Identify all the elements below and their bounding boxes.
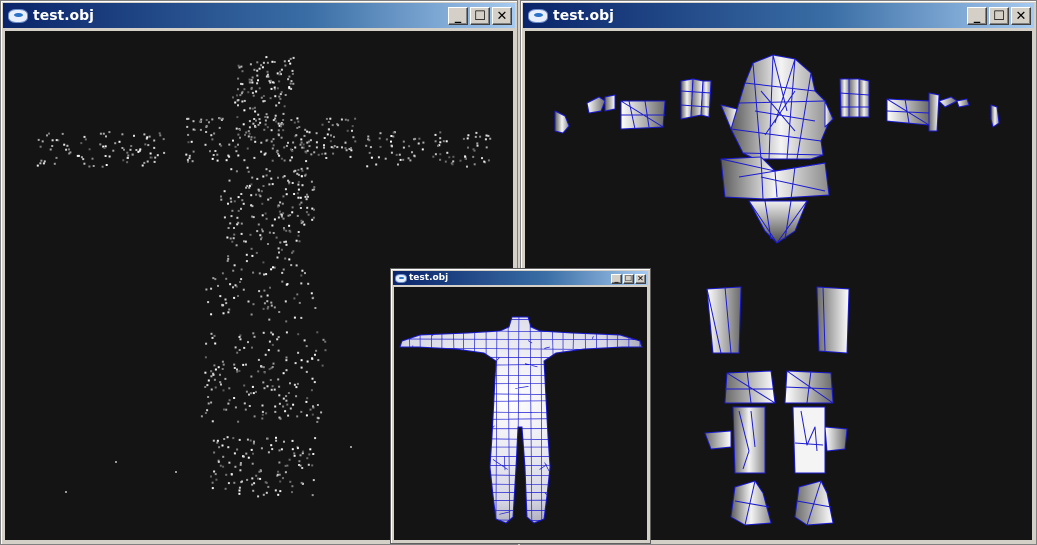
window-3d-model[interactable]: test.obj _ ☐ ✕ (390, 268, 651, 544)
window-title: test.obj (409, 273, 449, 283)
model-body (399, 316, 643, 524)
window-title-bar[interactable]: test.obj _ ☐ ✕ (393, 271, 648, 285)
uv-island-shoulder-r (824, 100, 834, 128)
window-title: test.obj (33, 7, 94, 24)
uv-island-hand (554, 110, 570, 134)
close-icon: ✕ (1015, 8, 1027, 24)
maximize-button[interactable]: ☐ (989, 7, 1009, 25)
uv-island-hips (720, 156, 830, 200)
maximize-button[interactable]: ☐ (623, 274, 634, 284)
uv-island-wrist (604, 94, 616, 112)
window-title-bar[interactable]: test.obj _ ☐ ✕ (523, 3, 1034, 28)
close-button[interactable]: ✕ (1011, 7, 1031, 25)
maximize-icon: ☐ (993, 8, 1005, 24)
uv-island-torso (730, 54, 832, 160)
minimize-icon: _ (973, 8, 981, 24)
minimize-icon: _ (454, 8, 462, 24)
uv-island-finger (586, 96, 606, 114)
uv-island-wrist-r (928, 92, 940, 132)
close-button[interactable]: ✕ (492, 7, 512, 25)
minimize-icon: _ (614, 274, 619, 283)
minimize-button[interactable]: _ (448, 7, 468, 25)
uv-island-foot-l (730, 480, 772, 526)
uv-island-finger-r (938, 96, 958, 108)
uv-island-pelvis (748, 200, 808, 244)
uv-island-thigh-r (816, 286, 850, 354)
model-viewport[interactable] (394, 287, 647, 540)
window-title: test.obj (553, 7, 614, 24)
uv-island-shin-l (732, 406, 766, 474)
maximize-icon: ☐ (474, 8, 486, 24)
close-button[interactable]: ✕ (635, 274, 646, 284)
minimize-button[interactable]: _ (611, 274, 622, 284)
window-title-bar[interactable]: test.obj _ ☐ ✕ (3, 3, 515, 28)
minimize-button[interactable]: _ (967, 7, 987, 25)
uv-island-thigh-l (706, 286, 742, 354)
wireframe-model-canvas (399, 316, 643, 524)
uv-island-hand-r (990, 104, 1000, 128)
maximize-button[interactable]: ☐ (470, 7, 490, 25)
app-icon (528, 8, 548, 23)
app-icon (8, 8, 28, 23)
uv-island-upperarm-r (839, 78, 850, 118)
app-icon (395, 273, 407, 283)
maximize-icon: ☐ (624, 274, 633, 283)
close-icon: ✕ (496, 8, 508, 24)
close-icon: ✕ (637, 274, 644, 283)
